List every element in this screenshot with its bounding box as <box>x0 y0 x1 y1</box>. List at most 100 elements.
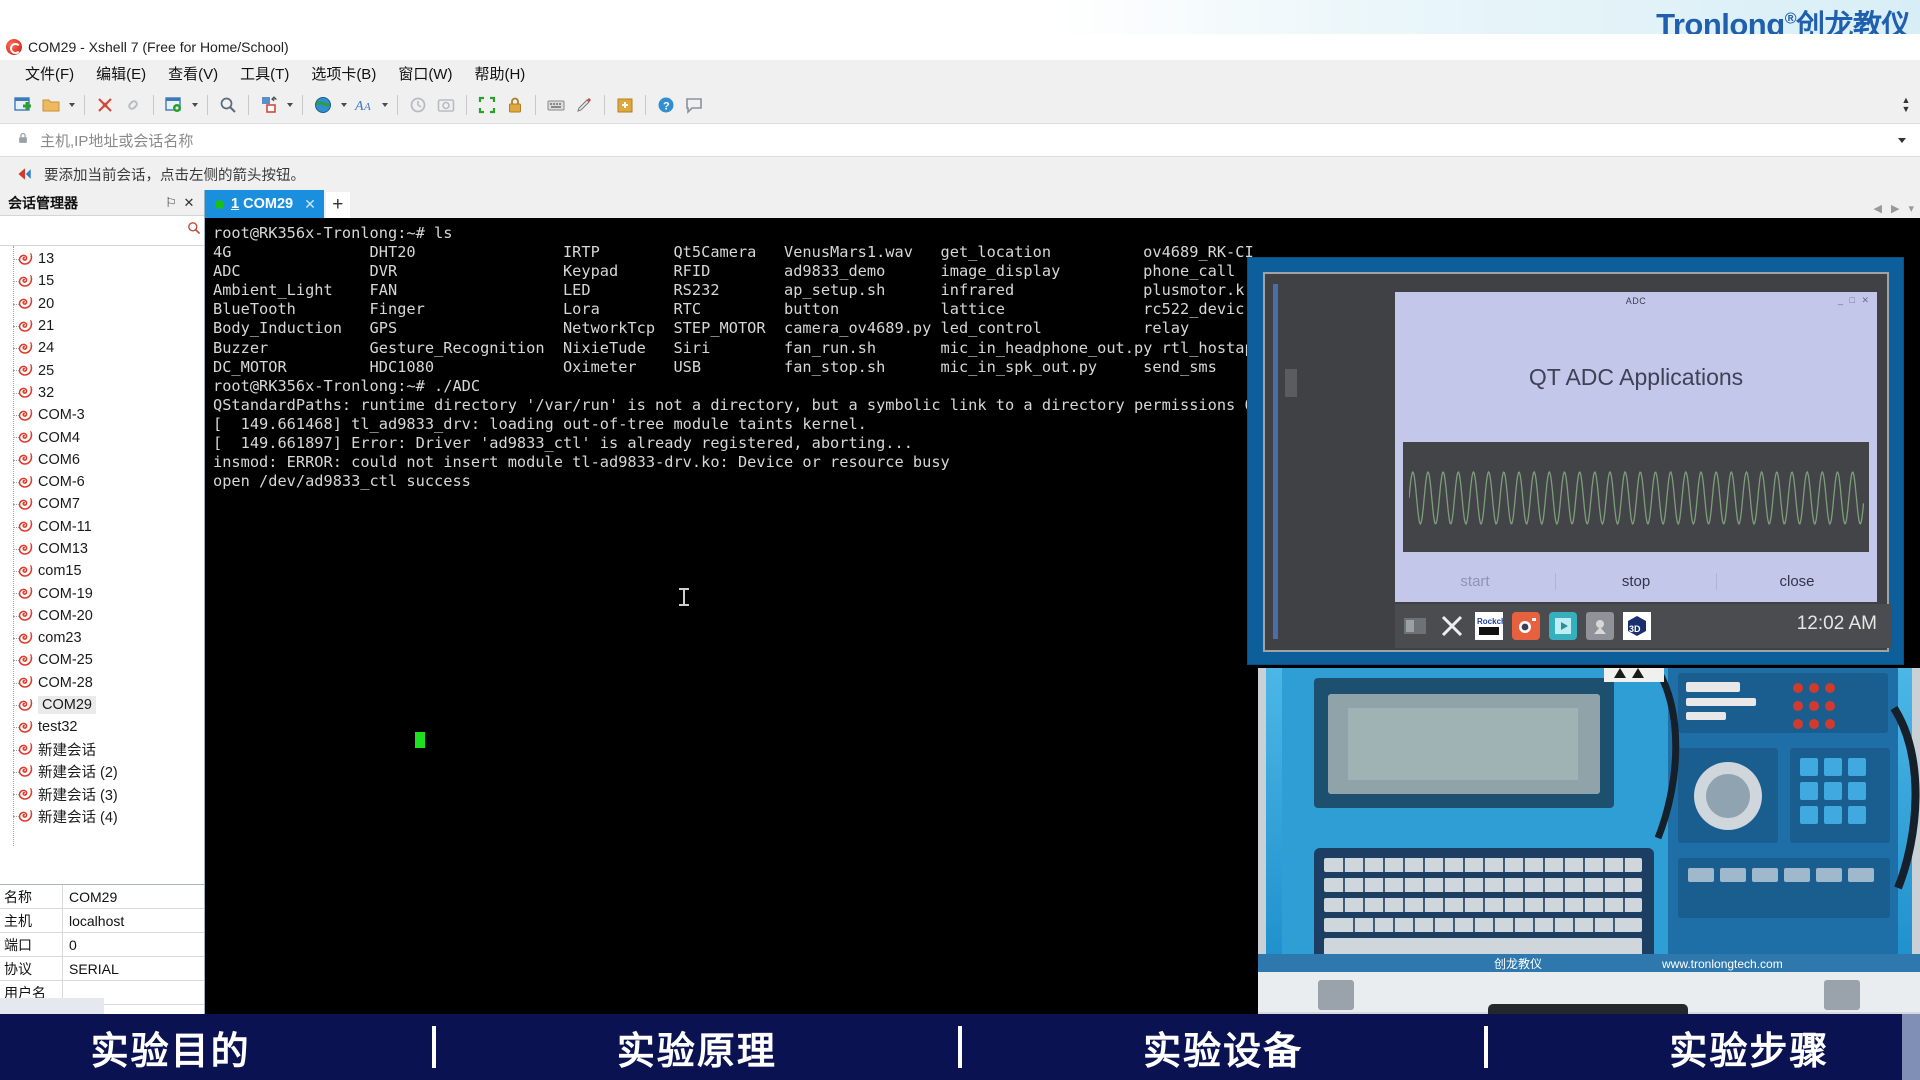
session-item[interactable]: COM-28 <box>0 672 204 694</box>
session-item[interactable]: 新建会话 (2) <box>0 761 204 783</box>
new-session-icon[interactable] <box>10 92 36 118</box>
gallery-icon[interactable] <box>1586 612 1614 640</box>
tab-scroll-controls[interactable]: ◀ ▶ ▾ <box>1874 202 1914 215</box>
chevron-down-icon[interactable] <box>379 92 390 118</box>
adc-application-window: ADC _ □ ✕ QT ADC Applications start stop… <box>1395 292 1877 602</box>
session-item[interactable]: test32 <box>0 716 204 738</box>
adc-stop-button[interactable]: stop <box>1555 573 1716 590</box>
rockchip-icon[interactable]: Rockchip <box>1475 612 1503 640</box>
adc-close-button[interactable]: close <box>1716 573 1877 590</box>
session-item[interactable]: COM4 <box>0 426 204 448</box>
session-item-label: COM13 <box>38 541 88 557</box>
session-item[interactable]: 32 <box>0 382 204 404</box>
menu-tools[interactable]: 工具(T) <box>229 61 300 86</box>
menu-view[interactable]: 查看(V) <box>157 61 229 86</box>
chevron-down-icon[interactable] <box>66 92 77 118</box>
property-row: 协议SERIAL <box>0 957 204 981</box>
session-item[interactable]: COM-11 <box>0 516 204 538</box>
chevron-down-icon[interactable] <box>1894 132 1910 148</box>
session-item[interactable]: 25 <box>0 359 204 381</box>
search-input[interactable] <box>6 220 186 242</box>
session-item[interactable]: COM-6 <box>0 471 204 493</box>
bottom-left-tag <box>0 998 104 1014</box>
session-item[interactable]: COM13 <box>0 538 204 560</box>
menu-window[interactable]: 窗口(W) <box>387 61 463 86</box>
session-icon <box>18 341 33 356</box>
session-item[interactable]: 新建会话 <box>0 739 204 761</box>
package-icon[interactable] <box>612 92 638 118</box>
cube-3d-icon[interactable]: 3D <box>1623 612 1651 640</box>
session-search-row[interactable] <box>0 216 204 246</box>
video-player-icon[interactable] <box>1549 612 1577 640</box>
session-properties-icon[interactable] <box>161 92 187 118</box>
session-item[interactable]: COM29 <box>0 694 204 716</box>
globe-icon[interactable] <box>310 92 336 118</box>
property-value: localhost <box>63 909 204 932</box>
toolbar-overflow-icon[interactable]: ▲ ▼ <box>1898 87 1914 123</box>
toolbar-separator <box>645 95 646 115</box>
nav-item-principle[interactable]: 实验原理 <box>617 1020 777 1075</box>
help-icon[interactable]: ? <box>653 92 679 118</box>
session-item[interactable]: COM-19 <box>0 582 204 604</box>
disconnect-icon[interactable] <box>92 92 118 118</box>
tab-title: COM29 <box>243 196 293 212</box>
session-item[interactable]: COM6 <box>0 449 204 471</box>
lock-icon[interactable] <box>502 92 528 118</box>
pin-icon[interactable]: ⚐ <box>162 194 180 212</box>
chevron-down-icon[interactable] <box>189 92 200 118</box>
chevron-down-icon[interactable] <box>284 92 295 118</box>
highlight-icon[interactable] <box>571 92 597 118</box>
search-icon[interactable] <box>186 220 202 241</box>
session-item[interactable]: COM-3 <box>0 404 204 426</box>
session-item[interactable]: 24 <box>0 337 204 359</box>
nav-item-steps[interactable]: 实验步骤 <box>1669 1020 1829 1075</box>
scroll-left-icon[interactable]: ◀ <box>1874 202 1882 215</box>
session-item[interactable]: 新建会话 (3) <box>0 783 204 805</box>
session-item[interactable]: 20 <box>0 293 204 315</box>
session-item[interactable]: 新建会话 (4) <box>0 805 204 827</box>
comment-icon[interactable] <box>681 92 707 118</box>
session-item[interactable]: 13 <box>0 248 204 270</box>
close-icon[interactable] <box>1438 612 1466 640</box>
open-folder-icon[interactable] <box>38 92 64 118</box>
close-icon[interactable]: ✕ <box>180 194 198 212</box>
menu-tabs[interactable]: 选项卡(B) <box>300 61 387 86</box>
new-tab-button[interactable]: + <box>326 192 350 218</box>
session-item[interactable]: 15 <box>0 270 204 292</box>
bottom-nav-right-edge <box>1902 1014 1920 1080</box>
keyboard-icon[interactable] <box>543 92 569 118</box>
session-icon <box>18 653 33 668</box>
session-item-label: COM6 <box>38 452 80 468</box>
tab-com29[interactable]: 1 COM29 ✕ <box>205 190 324 218</box>
session-item[interactable]: com23 <box>0 627 204 649</box>
terminal-cursor <box>415 732 425 748</box>
session-item[interactable]: COM7 <box>0 493 204 515</box>
scroll-right-icon[interactable]: ▶ <box>1891 202 1899 215</box>
session-item-label: 新建会话 (2) <box>38 761 118 782</box>
session-item[interactable]: com15 <box>0 560 204 582</box>
fullscreen-icon[interactable] <box>474 92 500 118</box>
adc-window-controls[interactable]: _ □ ✕ <box>1838 295 1871 306</box>
nav-item-equipment[interactable]: 实验设备 <box>1143 1020 1303 1075</box>
menu-help[interactable]: 帮助(H) <box>463 61 536 86</box>
session-item[interactable]: COM-25 <box>0 649 204 671</box>
close-icon[interactable]: ✕ <box>304 196 316 213</box>
font-icon[interactable]: A A <box>351 92 377 118</box>
chevron-down-icon[interactable] <box>338 92 349 118</box>
address-input-placeholder[interactable]: 主机,IP地址或会话名称 <box>40 130 193 151</box>
session-tree[interactable]: 13152021242532COM-3COM4COM6COM-6COM7COM-… <box>0 246 204 846</box>
address-bar[interactable]: 主机,IP地址或会话名称 <box>0 123 1920 157</box>
find-icon[interactable] <box>215 92 241 118</box>
session-icon <box>18 452 33 467</box>
nav-item-purpose[interactable]: 实验目的 <box>91 1020 251 1075</box>
files-icon[interactable] <box>1401 612 1429 640</box>
transfer-icon[interactable] <box>256 92 282 118</box>
menu-file[interactable]: 文件(F) <box>14 61 85 86</box>
camera-icon[interactable] <box>1512 612 1540 640</box>
session-icon <box>18 319 33 334</box>
tab-menu-icon[interactable]: ▾ <box>1908 202 1914 215</box>
menu-edit[interactable]: 编辑(E) <box>85 61 157 86</box>
adc-start-button[interactable]: start <box>1395 573 1555 590</box>
session-item[interactable]: COM-20 <box>0 605 204 627</box>
session-item[interactable]: 21 <box>0 315 204 337</box>
